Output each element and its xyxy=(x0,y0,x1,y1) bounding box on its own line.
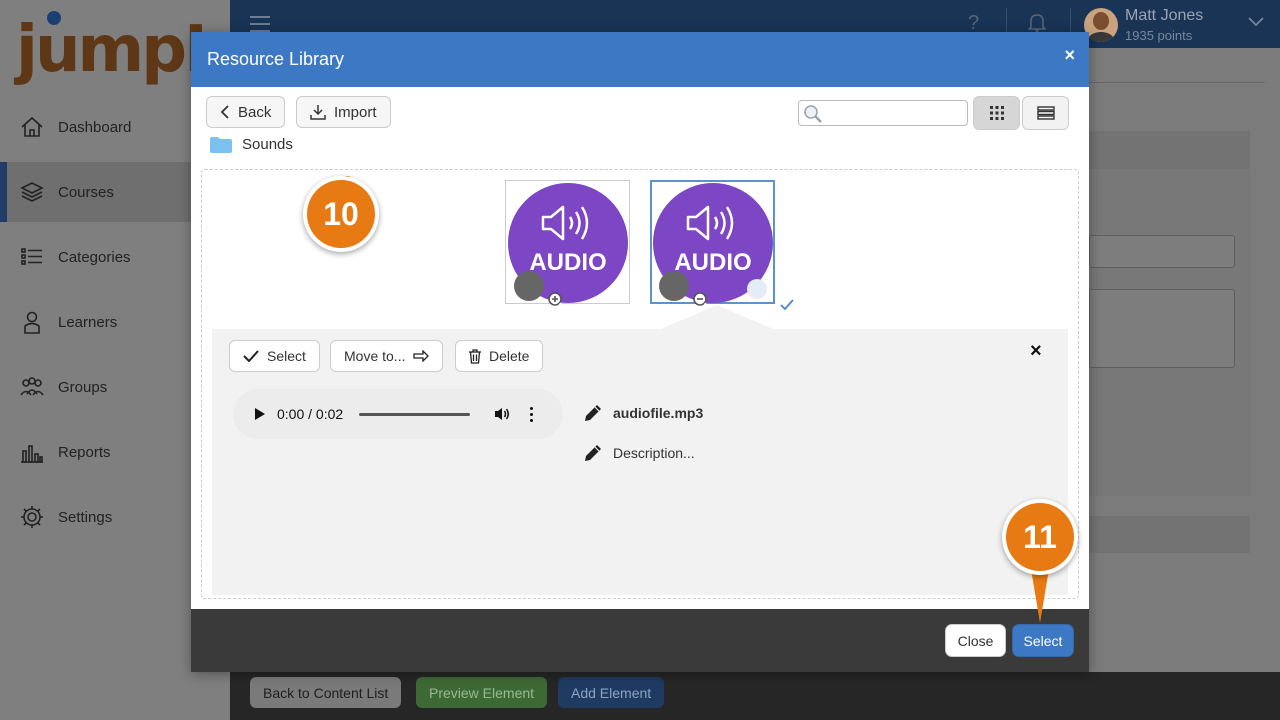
select-file-label: Select xyxy=(267,348,306,364)
sidebar-item-label: Reports xyxy=(58,443,111,461)
close-icon[interactable]: × xyxy=(1030,340,1042,363)
file-detail-panel: Select Move to... Delete × 0:00 / 0:02 a… xyxy=(212,329,1068,595)
menu-icon[interactable] xyxy=(250,16,270,32)
description-text: Description... xyxy=(613,445,695,461)
text-field[interactable] xyxy=(1089,235,1235,268)
volume-icon[interactable] xyxy=(494,406,510,422)
player-time: 0:00 / 0:02 xyxy=(277,406,344,422)
search-box[interactable] xyxy=(798,100,968,126)
search-icon xyxy=(804,105,822,123)
modal-header: Resource Library × xyxy=(191,32,1089,87)
arrow-right-icon xyxy=(413,350,430,362)
select-button[interactable]: Select xyxy=(1012,624,1074,657)
back-button-label: Back xyxy=(238,103,272,121)
list-view-button[interactable] xyxy=(1022,96,1069,130)
import-button[interactable]: Import xyxy=(296,96,391,128)
folder-name: Sounds xyxy=(242,136,293,153)
play-icon[interactable] xyxy=(255,408,265,420)
checkmark-icon xyxy=(243,350,259,362)
detail-pointer xyxy=(661,305,773,329)
audio-file-icon: AUDIO xyxy=(508,183,628,310)
close-icon[interactable]: × xyxy=(1064,45,1075,66)
select-file-button[interactable]: Select xyxy=(229,340,320,372)
sidebar-item-label: Dashboard xyxy=(58,118,132,136)
move-to-label: Move to... xyxy=(344,348,406,364)
file-thumbnail[interactable]: AUDIO xyxy=(505,180,630,310)
back-button[interactable]: Back xyxy=(206,96,286,128)
books-icon xyxy=(18,178,46,206)
sidebar-item-label: Categories xyxy=(58,248,131,266)
audio-player[interactable]: 0:00 / 0:02 xyxy=(233,389,563,439)
trash-icon xyxy=(469,348,481,364)
group-icon xyxy=(18,373,46,401)
add-element-button[interactable]: Add Element xyxy=(558,677,665,708)
speaker-icon xyxy=(686,205,734,241)
download-icon xyxy=(310,105,326,120)
avatar[interactable] xyxy=(1084,8,1118,42)
folder-breadcrumb[interactable]: Sounds xyxy=(210,136,293,153)
audio-file-icon: AUDIO xyxy=(653,183,794,311)
step-number: 11 xyxy=(1006,503,1074,571)
sidebar-item-label: Settings xyxy=(58,508,113,526)
delete-button[interactable]: Delete xyxy=(455,340,544,372)
pencil-icon xyxy=(585,405,601,421)
grid-icon xyxy=(989,106,1004,120)
speaker-icon xyxy=(541,205,589,241)
list-icon xyxy=(1036,106,1055,120)
zoom-in-icon[interactable] xyxy=(514,271,566,310)
callout-pin-step: 11 xyxy=(1002,499,1078,625)
delete-label: Delete xyxy=(489,348,530,364)
progress-slider[interactable] xyxy=(359,412,471,416)
grid-view-button[interactable] xyxy=(973,96,1020,130)
gear-icon xyxy=(18,503,46,531)
import-button-label: Import xyxy=(334,103,377,121)
more-options-icon[interactable] xyxy=(530,406,534,422)
file-name-row[interactable]: audiofile.mp3 xyxy=(583,403,703,423)
file-thumbnail-selected[interactable]: AUDIO xyxy=(650,180,794,311)
move-to-button[interactable]: Move to... xyxy=(330,340,444,372)
textarea-field[interactable] xyxy=(1089,289,1235,368)
chevron-left-icon xyxy=(220,105,229,119)
chevron-down-icon[interactable] xyxy=(1248,14,1264,30)
description-row[interactable]: Description... xyxy=(583,443,695,463)
callout-pin-step: 10 xyxy=(303,176,379,276)
modal-title: Resource Library xyxy=(207,49,345,69)
back-to-content-list-button[interactable]: Back to Content List xyxy=(250,677,402,708)
panel-header xyxy=(1089,516,1250,553)
checkmark-icon xyxy=(747,279,794,311)
search-input[interactable] xyxy=(827,104,963,122)
pencil-icon xyxy=(585,445,601,461)
user-name[interactable]: Matt Jones xyxy=(1125,7,1203,25)
file-name: audiofile.mp3 xyxy=(613,405,704,421)
divider xyxy=(1089,82,1265,83)
step-number: 10 xyxy=(307,180,375,248)
user-points: 1935 points xyxy=(1125,28,1193,43)
person-icon xyxy=(18,308,46,336)
sidebar-item-label: Courses xyxy=(58,183,114,201)
close-button[interactable]: Close xyxy=(945,624,1006,657)
list-icon xyxy=(18,243,46,271)
preview-element-button[interactable]: Preview Element xyxy=(416,677,548,708)
home-icon xyxy=(18,113,46,141)
folder-icon xyxy=(210,136,232,153)
sidebar-item-label: Learners xyxy=(58,313,118,331)
resource-library-modal: Resource Library × Back Import Sounds AU… xyxy=(191,32,1089,672)
zoom-out-icon[interactable] xyxy=(659,271,711,310)
sidebar-item-label: Groups xyxy=(58,378,108,396)
bar-chart-icon xyxy=(18,438,46,466)
panel-header xyxy=(1089,131,1250,169)
